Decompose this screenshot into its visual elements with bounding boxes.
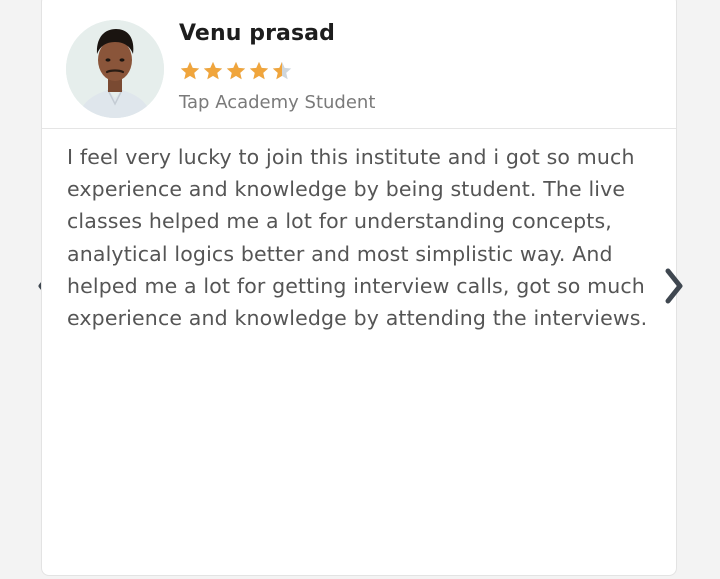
star-icon [203, 61, 223, 80]
avatar [66, 20, 164, 118]
star-icon [272, 61, 292, 80]
star-rating [179, 60, 293, 82]
star-icon [226, 61, 246, 80]
divider [42, 128, 676, 129]
star-icon [249, 61, 269, 80]
student-name: Venu prasad [179, 21, 335, 46]
next-testimonial-button[interactable] [657, 264, 689, 308]
chevron-right-icon [665, 268, 683, 304]
student-role: Tap Academy Student [179, 92, 376, 113]
review-text: I feel very lucky to join this institute… [67, 145, 648, 331]
star-icon [180, 61, 200, 80]
testimonial-card: Venu prasad Tap Academy Student I feel v… [41, 0, 677, 576]
